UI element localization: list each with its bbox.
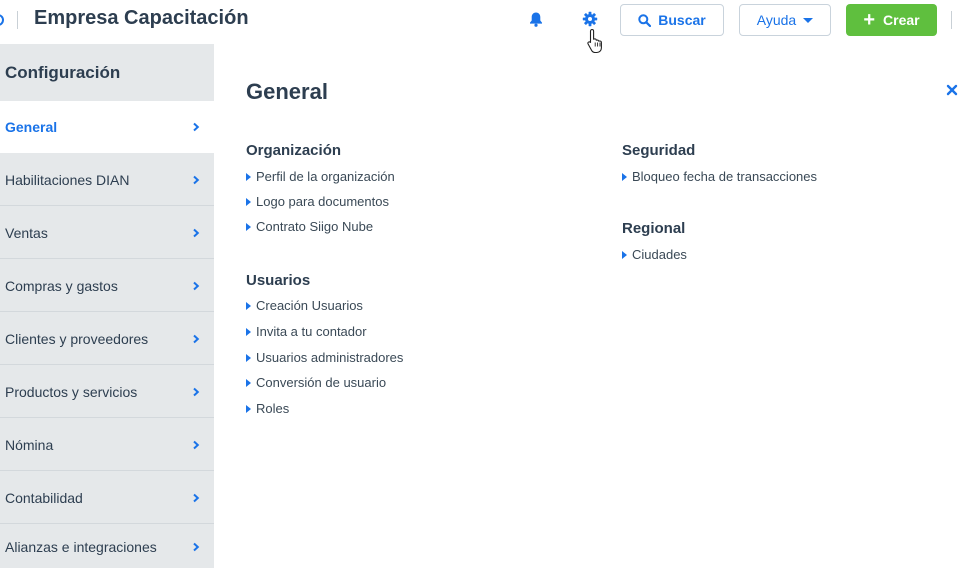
link-label: Invita a tu contador — [256, 324, 367, 339]
link-label: Contrato Siigo Nube — [256, 219, 374, 234]
section-heading-usuarios: Usuarios — [246, 272, 311, 289]
create-button-label: Crear — [883, 12, 920, 28]
search-button-label: Buscar — [658, 12, 706, 28]
divider — [17, 11, 18, 29]
chevron-right-icon — [193, 542, 200, 551]
link-roles[interactable]: Roles — [246, 401, 289, 416]
top-bar: Empresa Capacitación Buscar Ayuda + Crea… — [0, 0, 976, 54]
sidebar-item-contabilidad[interactable]: Contabilidad — [0, 472, 214, 524]
link-usuarios-administradores[interactable]: Usuarios administradores — [246, 350, 403, 365]
caret-right-icon — [246, 353, 251, 362]
sidebar-item-alianzas-e-integraciones[interactable]: Alianzas e integraciones — [0, 525, 214, 568]
caret-right-icon — [622, 172, 627, 181]
link-label: Logo para documentos — [256, 194, 389, 209]
chevron-right-icon — [193, 493, 200, 502]
caret-right-icon — [622, 250, 627, 259]
caret-right-icon — [246, 404, 251, 413]
sidebar-item-label: Habilitaciones DIAN — [5, 171, 130, 188]
chevron-right-icon — [193, 122, 200, 132]
sidebar-item-label: Alianzas e integraciones — [5, 538, 157, 555]
close-icon[interactable] — [945, 83, 959, 97]
pointer-cursor-icon — [586, 28, 606, 54]
link-perfil-organizacion[interactable]: Perfil de la organización — [246, 169, 395, 184]
link-bloqueo-fecha-transacciones[interactable]: Bloqueo fecha de transacciones — [622, 169, 817, 184]
link-creacion-usuarios[interactable]: Creación Usuarios — [246, 298, 363, 313]
search-button[interactable]: Buscar — [620, 4, 724, 36]
sidebar-item-label: Compras y gastos — [5, 277, 118, 294]
caret-down-icon — [803, 17, 814, 23]
chevron-right-icon — [193, 175, 200, 184]
caret-right-icon — [246, 222, 251, 231]
gear-icon[interactable] — [582, 11, 598, 27]
link-logo-documentos[interactable]: Logo para documentos — [246, 194, 389, 209]
link-invita-contador[interactable]: Invita a tu contador — [246, 324, 367, 339]
link-label: Roles — [256, 401, 290, 416]
help-dropdown-label: Ayuda — [756, 12, 797, 28]
app-logo-icon[interactable] — [0, 11, 8, 27]
sidebar-item-label: Clientes y proveedores — [5, 330, 149, 347]
sidebar-title: Configuración — [5, 63, 121, 82]
sidebar-item-label: Contabilidad — [5, 489, 83, 506]
sidebar-item-label: Productos y servicios — [5, 383, 138, 400]
link-ciudades[interactable]: Ciudades — [622, 247, 687, 262]
plus-icon: + — [863, 9, 876, 31]
sidebar-item-clientes-y-proveedores[interactable]: Clientes y proveedores — [0, 313, 214, 365]
search-icon — [638, 13, 652, 27]
link-label: Perfil de la organización — [256, 169, 395, 184]
chevron-right-icon — [193, 334, 200, 343]
help-dropdown[interactable]: Ayuda — [739, 4, 831, 36]
chevron-right-icon — [193, 440, 200, 449]
sidebar-item-compras-y-gastos[interactable]: Compras y gastos — [0, 260, 214, 312]
caret-right-icon — [246, 301, 251, 310]
link-label: Bloqueo fecha de transacciones — [632, 169, 818, 184]
link-label: Conversión de usuario — [256, 375, 387, 390]
link-contrato-siigo-nube[interactable]: Contrato Siigo Nube — [246, 219, 373, 234]
sidebar-item-label: Nómina — [5, 436, 54, 453]
sidebar-item-nomina[interactable]: Nómina — [0, 419, 214, 471]
caret-right-icon — [246, 378, 251, 387]
sidebar-item-general[interactable]: General — [0, 101, 214, 153]
bell-icon[interactable] — [529, 11, 543, 27]
link-label: Ciudades — [632, 247, 687, 262]
page-title: General — [246, 79, 328, 104]
create-button[interactable]: + Crear — [846, 4, 937, 36]
divider — [951, 11, 952, 29]
sidebar-item-label: Ventas — [5, 224, 48, 241]
company-title[interactable]: Empresa Capacitación — [34, 7, 249, 30]
section-heading-seguridad: Seguridad — [622, 142, 696, 159]
sidebar-item-label: General — [5, 119, 58, 135]
link-label: Usuarios administradores — [256, 350, 404, 365]
caret-right-icon — [246, 197, 251, 206]
caret-right-icon — [246, 327, 251, 336]
sidebar-item-habilitaciones-dian[interactable]: Habilitaciones DIAN — [0, 154, 214, 206]
chevron-right-icon — [193, 387, 200, 396]
chevron-right-icon — [193, 281, 200, 290]
link-label: Creación Usuarios — [256, 298, 363, 313]
section-heading-regional: Regional — [622, 220, 686, 237]
sidebar-item-ventas[interactable]: Ventas — [0, 207, 214, 259]
section-heading-organizacion: Organización — [246, 142, 342, 159]
caret-right-icon — [246, 172, 251, 181]
sidebar-item-productos-y-servicios[interactable]: Productos y servicios — [0, 366, 214, 418]
chevron-right-icon — [193, 228, 200, 237]
link-conversion-usuario[interactable]: Conversión de usuario — [246, 375, 386, 390]
